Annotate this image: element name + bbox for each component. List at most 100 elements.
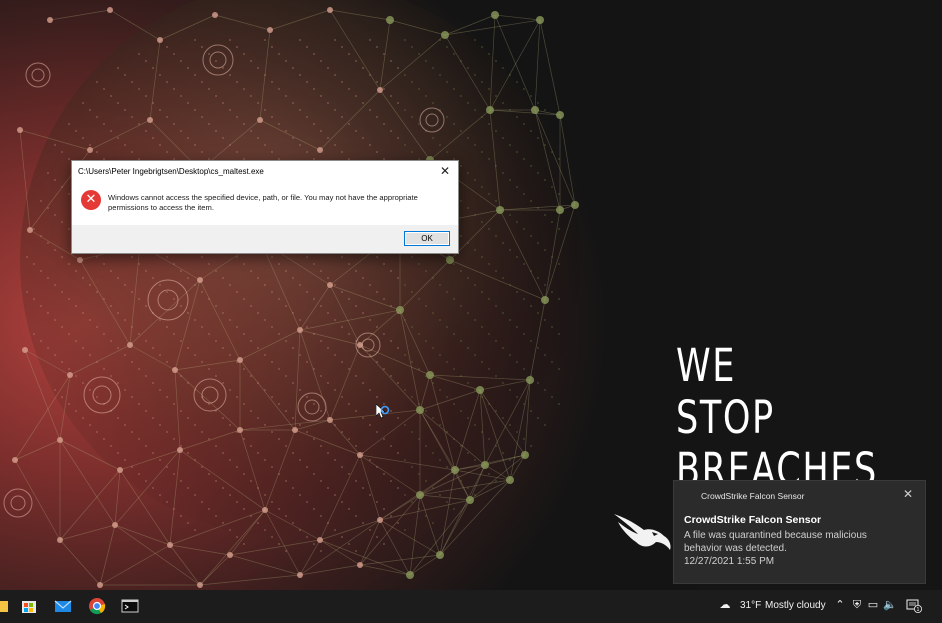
globe-dot: [551, 256, 553, 258]
globe-dot: [306, 536, 308, 538]
globe-dot: [523, 298, 525, 300]
globe-dot: [355, 480, 357, 482]
notification-count: 1: [916, 607, 919, 613]
globe-dot: [460, 340, 462, 342]
file-explorer-icon[interactable]: [0, 596, 10, 616]
globe-dot: [432, 452, 434, 454]
chevron-up-icon[interactable]: ⌃: [833, 597, 847, 613]
globe-dot: [96, 81, 98, 83]
globe-dot: [194, 529, 196, 531]
close-icon[interactable]: ✕: [438, 164, 452, 178]
globe-dot: [397, 522, 399, 524]
action-center-icon[interactable]: 1: [906, 597, 922, 613]
globe-dot: [264, 319, 266, 321]
store-icon[interactable]: [19, 596, 39, 616]
globe-dot: [488, 333, 490, 335]
globe-dot: [131, 291, 133, 293]
globe-dot: [509, 109, 511, 111]
globe-dot: [537, 242, 539, 244]
globe-dot: [390, 445, 392, 447]
globe-dot: [215, 480, 217, 482]
globe-dot: [313, 543, 315, 545]
globe-dot: [257, 382, 259, 384]
globe-dot: [341, 81, 343, 83]
globe-dot: [418, 438, 420, 440]
globe-dot: [341, 431, 343, 433]
globe-dot: [327, 522, 329, 524]
globe-dot: [355, 270, 357, 272]
globe-dot: [264, 494, 266, 496]
mesh-node: [12, 457, 18, 463]
globe-dot: [495, 375, 497, 377]
ok-button[interactable]: OK: [404, 231, 450, 246]
globe-dot: [411, 326, 413, 328]
weather-condition[interactable]: Mostly cloudy: [765, 600, 826, 611]
globe-dot: [264, 74, 266, 76]
globe-dot: [369, 529, 371, 531]
terminal-icon[interactable]: [120, 596, 140, 616]
globe-dot: [348, 333, 350, 335]
volume-icon[interactable]: 🔈: [883, 597, 897, 613]
weather-temp[interactable]: 31°F: [740, 600, 761, 611]
globe-dot: [299, 144, 301, 146]
mesh-node: [441, 31, 449, 39]
globe-dot: [250, 60, 252, 62]
mesh-node: [267, 27, 273, 33]
globe-dot: [145, 410, 147, 412]
globe-dot: [47, 277, 49, 279]
network-icon[interactable]: ▭: [866, 597, 880, 613]
globe-dot: [201, 466, 203, 468]
globe-dot: [54, 144, 56, 146]
globe-dot: [509, 214, 511, 216]
globe-dot: [439, 144, 441, 146]
globe-dot: [446, 501, 448, 503]
globe-dot: [369, 459, 371, 461]
globe-dot: [446, 326, 448, 328]
globe-dot: [558, 193, 560, 195]
globe-dot: [208, 508, 210, 510]
globe-dot: [243, 438, 245, 440]
globe-dot: [432, 312, 434, 314]
globe-dot: [537, 417, 539, 419]
globe-dot: [551, 186, 553, 188]
mesh-node: [357, 562, 363, 568]
globe-dot: [110, 270, 112, 272]
globe-dot: [341, 396, 343, 398]
globe-dot: [82, 102, 84, 104]
globe-dot: [173, 473, 175, 475]
globe-dot: [397, 102, 399, 104]
globe-dot: [481, 46, 483, 48]
shield-icon[interactable]: ⛨: [850, 597, 864, 613]
toast-message: A file was quarantined because malicious…: [684, 530, 867, 554]
globe-dot: [516, 326, 518, 328]
globe-dot: [411, 396, 413, 398]
globe-dot: [334, 529, 336, 531]
globe-dot: [341, 466, 343, 468]
globe-dot: [341, 151, 343, 153]
globe-dot: [201, 151, 203, 153]
globe-dot: [439, 284, 441, 286]
globe-dot: [54, 284, 56, 286]
mesh-node: [212, 12, 218, 18]
chrome-icon[interactable]: [87, 596, 107, 616]
globe-dot: [208, 123, 210, 125]
globe-dot: [348, 508, 350, 510]
globe-dot: [271, 536, 273, 538]
close-icon[interactable]: ✕: [903, 487, 913, 501]
globe-dot: [537, 277, 539, 279]
globe-dot: [383, 333, 385, 335]
globe-dot: [390, 130, 392, 132]
weather-cloudy-icon[interactable]: ☁: [718, 597, 732, 613]
globe-dot: [103, 123, 105, 125]
globe-dot: [278, 403, 280, 405]
globe-dot: [68, 403, 70, 405]
mesh-node: [476, 386, 484, 394]
globe-dot: [271, 466, 273, 468]
globe-dot: [278, 508, 280, 510]
globe-dot: [257, 347, 259, 349]
globe-dot: [341, 326, 343, 328]
mail-icon[interactable]: [53, 596, 73, 616]
globe-dot: [145, 95, 147, 97]
notification-toast[interactable]: CrowdStrike Falcon Sensor ✕ CrowdStrike …: [673, 480, 926, 584]
globe-dot: [453, 403, 455, 405]
